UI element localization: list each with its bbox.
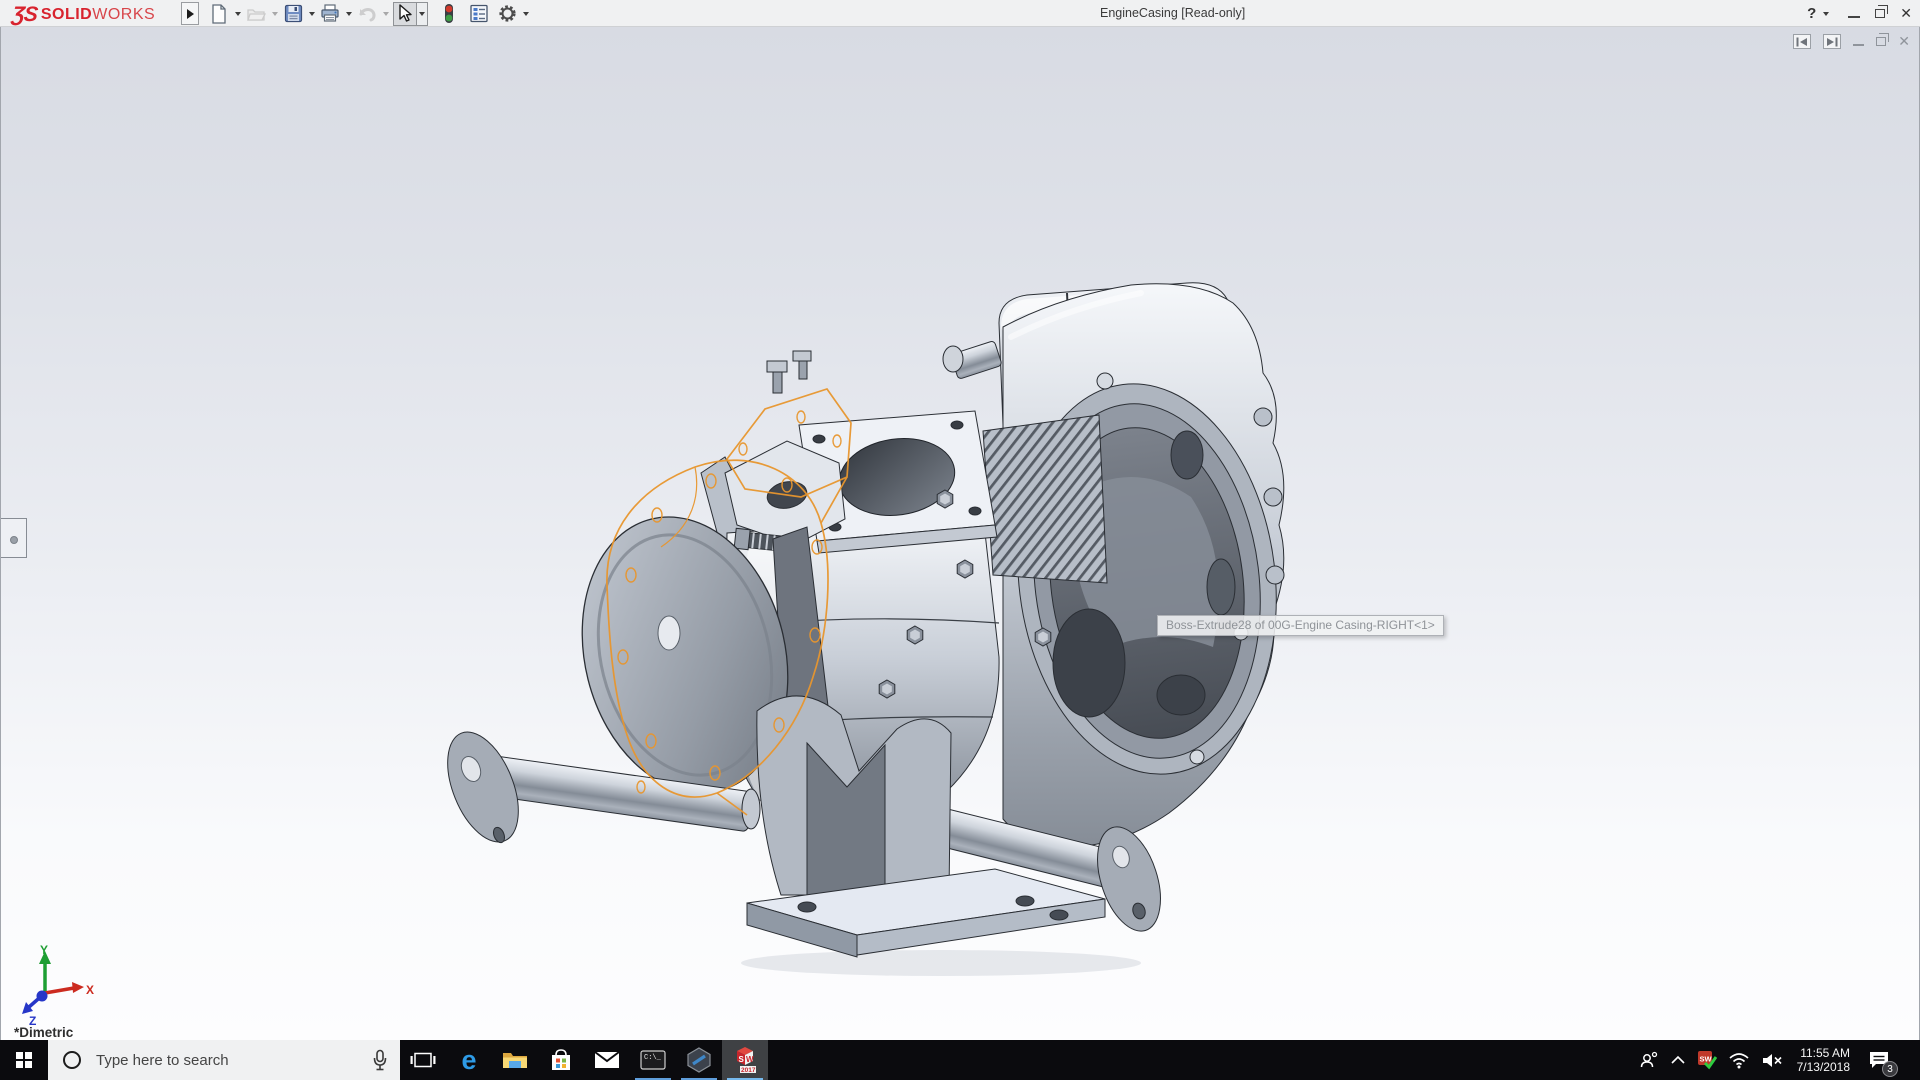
select-cursor-icon <box>394 3 416 25</box>
wifi-icon[interactable] <box>1728 1052 1750 1069</box>
rebuild-button[interactable] <box>438 3 460 25</box>
doc-minimize-button[interactable] <box>1853 44 1864 46</box>
file-explorer-button[interactable] <box>492 1040 538 1080</box>
microsoft-store-button[interactable] <box>538 1040 584 1080</box>
task-view-button[interactable] <box>400 1040 446 1080</box>
notification-count-badge: 3 <box>1882 1061 1898 1077</box>
solidworks-logo: ƷS SOLID WORKS <box>12 3 155 27</box>
undo-dropdown-caret[interactable] <box>383 12 389 16</box>
people-icon[interactable] <box>1639 1051 1659 1069</box>
clock-time: 11:55 AM <box>1797 1046 1850 1061</box>
clock-date: 7/13/2018 <box>1797 1060 1850 1075</box>
doc-close-button: ✕ <box>1898 33 1910 50</box>
save-button[interactable] <box>282 3 304 25</box>
save-dropdown-caret[interactable] <box>309 12 315 16</box>
save-floppy-icon <box>282 3 304 25</box>
task-view-icon <box>410 1049 436 1071</box>
taskbar-search-box[interactable]: Type here to search <box>48 1040 400 1080</box>
edrawings-button[interactable] <box>676 1040 722 1080</box>
store-icon <box>548 1047 574 1073</box>
options-gear-icon <box>496 3 518 25</box>
svg-text:S: S <box>739 1055 745 1064</box>
select-tool-button[interactable] <box>393 2 417 26</box>
solidworks-window: ƷS SOLID WORKS <box>0 0 1920 1080</box>
file-properties-icon <box>468 3 490 25</box>
svg-text:2017: 2017 <box>741 1067 756 1074</box>
triad-x-label: X <box>86 983 94 997</box>
model-hover-tooltip: Boss-Extrude28 of 00G-Engine Casing-RIGH… <box>1157 615 1444 636</box>
quick-access-toolbar <box>208 2 533 25</box>
edge-button[interactable]: e <box>446 1040 492 1080</box>
restore-button[interactable] <box>1875 9 1885 18</box>
help-dropdown-caret[interactable] <box>1823 12 1829 16</box>
options-dropdown-caret[interactable] <box>523 12 529 16</box>
document-window-controls: ✕ <box>1793 33 1910 50</box>
help-button[interactable]: ? <box>1807 5 1816 22</box>
undo-button[interactable] <box>356 3 378 25</box>
print-button[interactable] <box>319 3 341 25</box>
doc-restore-button[interactable] <box>1876 37 1886 46</box>
title-bar: ƷS SOLID WORKS <box>0 0 1920 27</box>
windows-taskbar: Type here to search e <box>0 1040 1920 1080</box>
microphone-icon[interactable] <box>372 1049 388 1071</box>
minimize-button[interactable] <box>1848 16 1860 18</box>
new-document-button[interactable] <box>208 3 230 25</box>
hidden-icons-chevron[interactable] <box>1670 1055 1686 1065</box>
open-dropdown-caret[interactable] <box>272 12 278 16</box>
edrawings-hexagon-icon <box>686 1046 712 1074</box>
3ds-logo-mark: ƷS <box>11 3 38 27</box>
options-button[interactable] <box>496 3 518 25</box>
search-placeholder: Type here to search <box>96 1052 372 1069</box>
collapse-right-icon <box>1826 37 1838 47</box>
windows-logo-icon <box>16 1052 32 1068</box>
menu-flyout-button[interactable] <box>181 2 199 25</box>
rebuild-traffic-light-icon <box>438 3 460 25</box>
command-prompt-button[interactable]: C:\_ <box>630 1040 676 1080</box>
open-button[interactable] <box>245 3 267 25</box>
file-properties-button[interactable] <box>468 3 490 25</box>
collapse-left-icon <box>1796 37 1808 47</box>
start-button[interactable] <box>0 1040 48 1080</box>
solidworks-taskbar-button[interactable]: S W 2017 <box>722 1040 768 1080</box>
solidworks-resource-monitor-icon[interactable]: SW <box>1697 1050 1717 1070</box>
collapse-left-pane-button[interactable] <box>1793 34 1811 49</box>
new-document-icon <box>208 3 230 25</box>
file-explorer-icon <box>501 1048 529 1072</box>
print-dropdown-caret[interactable] <box>346 12 352 16</box>
action-center-button[interactable]: 3 <box>1864 1045 1894 1075</box>
mail-button[interactable] <box>584 1040 630 1080</box>
window-controls: ? ✕ <box>1807 0 1912 27</box>
command-prompt-icon: C:\_ <box>639 1048 667 1072</box>
svg-text:C:\_: C:\_ <box>644 1054 662 1062</box>
solidworks-app-icon: S W 2017 <box>731 1045 759 1075</box>
edge-icon: e <box>461 1047 476 1074</box>
undo-icon <box>356 3 378 25</box>
engine-casing-3d-model[interactable] <box>1 27 1920 1040</box>
select-dropdown-caret[interactable] <box>417 2 428 26</box>
system-tray: SW 11:55 AM 7/13/2018 <box>1639 1040 1920 1080</box>
reference-triad: Y X Z <box>11 943 95 1027</box>
view-orientation-label: *Dimetric <box>14 1025 73 1040</box>
flyout-arrow-icon <box>187 9 194 19</box>
svg-text:W: W <box>746 1055 754 1064</box>
print-icon <box>319 3 341 25</box>
graphics-viewport[interactable]: Boss-Extrude28 of 00G-Engine Casing-RIGH… <box>0 27 1920 1040</box>
collapse-right-pane-button[interactable] <box>1823 34 1841 49</box>
mail-icon <box>593 1050 621 1070</box>
close-button[interactable]: ✕ <box>1900 5 1912 22</box>
document-title: EngineCasing [Read-only] <box>1100 6 1245 20</box>
volume-muted-icon[interactable] <box>1761 1052 1783 1069</box>
new-dropdown-caret[interactable] <box>235 12 241 16</box>
cortana-icon <box>63 1051 81 1069</box>
open-folder-icon <box>245 3 267 25</box>
feature-manager-collapsed-handle[interactable] <box>1 518 27 558</box>
taskbar-clock[interactable]: 11:55 AM 7/13/2018 <box>1797 1046 1850 1075</box>
